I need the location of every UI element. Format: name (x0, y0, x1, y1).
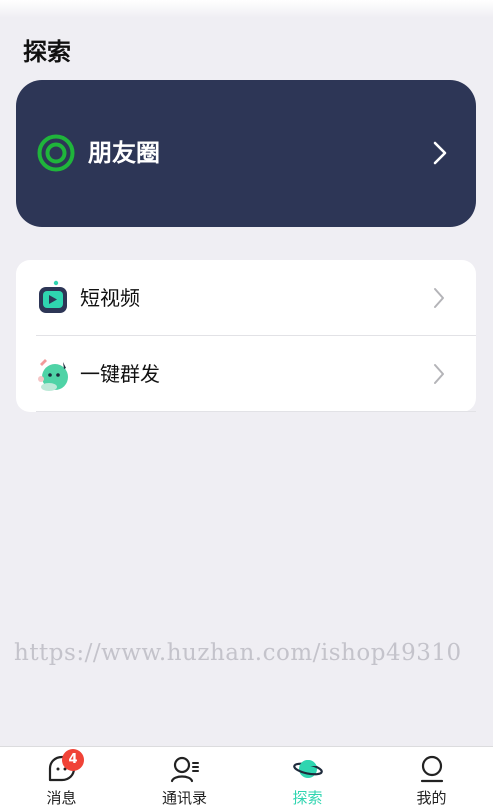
list-item-broadcast[interactable]: 一键群发 (16, 336, 476, 412)
unread-badge: 4 (62, 749, 84, 771)
page-title: 探索 (23, 38, 71, 66)
planet-icon (292, 759, 323, 778)
tab-label: 通讯录 (161, 789, 207, 807)
watermark-text: https://www.huzhan.com/ishop49310 (14, 640, 462, 666)
moments-ring-icon (37, 134, 75, 172)
tab-profile[interactable]: 我的 (370, 747, 493, 810)
bottom-tab-bar: 4 消息 通讯录 探索 我的 (0, 746, 493, 810)
moments-entry[interactable]: 朋友圈 (16, 80, 476, 227)
contacts-icon (170, 756, 199, 783)
video-tv-icon (39, 280, 67, 313)
tab-contacts[interactable]: 通讯录 (123, 747, 246, 810)
chevron-right-icon (434, 288, 444, 308)
profile-icon (420, 755, 443, 783)
chevron-right-icon (433, 141, 447, 165)
row-divider (36, 411, 476, 412)
broadcast-mascot-icon (38, 359, 68, 391)
discover-list: 短视频 一键群发 (16, 260, 476, 412)
tab-label: 探索 (292, 789, 323, 807)
list-item-short-video[interactable]: 短视频 (16, 260, 476, 336)
tab-discover[interactable]: 探索 (246, 747, 369, 810)
list-item-label: 一键群发 (80, 362, 160, 386)
tab-messages[interactable]: 4 消息 (0, 747, 123, 810)
tab-label: 消息 (46, 789, 77, 807)
chevron-right-icon (434, 364, 444, 384)
list-item-label: 短视频 (80, 286, 140, 310)
status-bar-area (0, 0, 493, 18)
tab-label: 我的 (416, 789, 447, 807)
moments-label: 朋友圈 (88, 139, 160, 167)
